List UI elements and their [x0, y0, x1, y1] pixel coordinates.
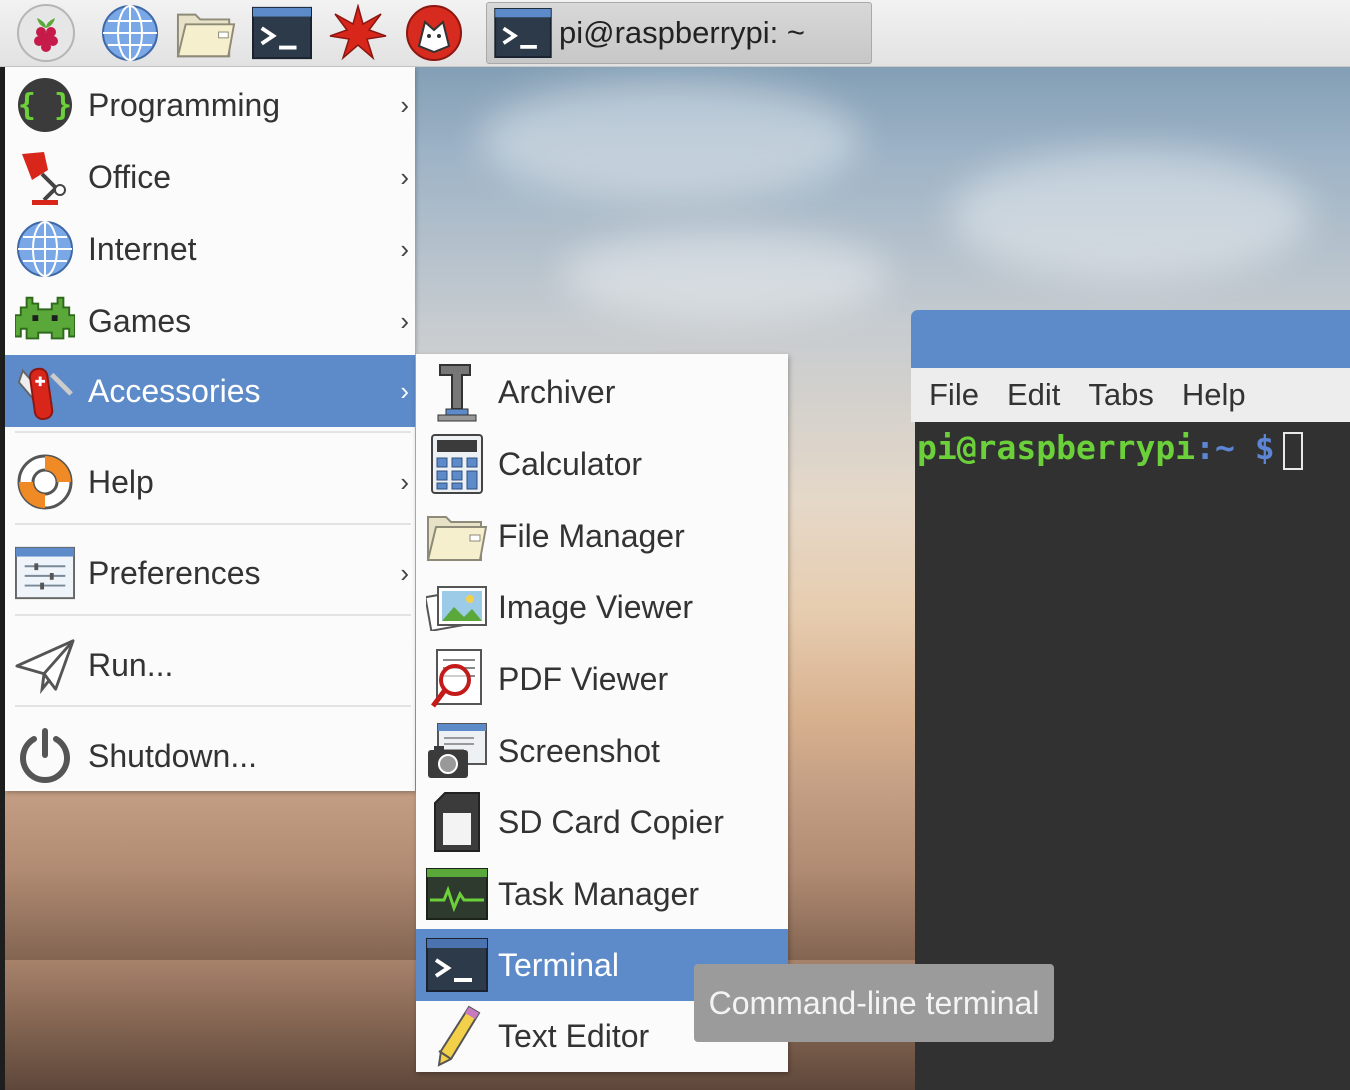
taskbar-window-button[interactable]: pi@raspberrypi: ~ — [486, 2, 872, 64]
menu-item-label: Internet — [88, 230, 197, 267]
menu-item-label: Help — [88, 463, 154, 500]
cloud — [950, 150, 1310, 280]
menu-item-label: Accessories — [88, 372, 261, 409]
chevron-right-icon: › — [400, 466, 409, 497]
submenu-item-label: Screenshot — [498, 732, 660, 769]
lamp-icon — [15, 147, 75, 207]
menu-item-label: Shutdown... — [88, 737, 257, 774]
activity-monitor-icon — [426, 863, 488, 925]
terminal-menubar: File Edit Tabs Help — [911, 368, 1350, 422]
submenu-item-label: Calculator — [498, 445, 643, 482]
submenu-item-pdf-viewer[interactable]: PDF Viewer — [416, 643, 788, 715]
menu-item-label: Games — [88, 302, 192, 339]
main-menu: { } Programming › Office › Internet › Ga… — [5, 67, 415, 791]
menu-item-games[interactable]: Games › — [5, 285, 415, 357]
lifebuoy-icon — [15, 452, 75, 512]
submenu-item-label: File Manager — [498, 517, 685, 554]
paper-plane-icon — [15, 635, 75, 695]
prompt-path: ~ $ — [1215, 428, 1275, 467]
menu-tabs[interactable]: Tabs — [1088, 377, 1153, 413]
submenu-item-calculator[interactable]: Calculator — [416, 428, 788, 500]
menu-file[interactable]: File — [929, 377, 979, 413]
terminal-icon — [252, 6, 312, 60]
menu-separator — [15, 614, 411, 616]
menu-item-label: Office — [88, 158, 171, 195]
submenu-item-task-manager[interactable]: Task Manager — [416, 858, 788, 930]
menu-item-run[interactable]: Run... — [5, 629, 415, 701]
submenu-item-sd-card-copier[interactable]: SD Card Copier — [416, 786, 788, 858]
menu-separator — [15, 705, 411, 707]
folder-icon — [426, 505, 488, 567]
terminal-icon — [494, 8, 552, 58]
menu-item-office[interactable]: Office › — [5, 141, 415, 213]
submenu-item-label: Task Manager — [498, 875, 699, 912]
menu-item-label: Preferences — [88, 554, 261, 591]
submenu-item-file-manager[interactable]: File Manager — [416, 500, 788, 572]
calculator-icon — [426, 433, 488, 495]
taskbar-window-title: pi@raspberrypi: ~ — [559, 15, 805, 50]
menu-item-help[interactable]: Help › — [5, 446, 415, 518]
power-icon — [15, 726, 75, 786]
menu-item-preferences[interactable]: Preferences › — [5, 537, 415, 609]
raspberry-menu-button[interactable] — [16, 4, 76, 62]
submenu-item-label: Archiver — [498, 373, 616, 410]
chevron-right-icon: › — [400, 375, 409, 406]
folder-icon — [176, 13, 236, 58]
magnifier-document-icon — [426, 648, 488, 710]
chevron-right-icon: › — [400, 89, 409, 120]
submenu-item-archiver[interactable]: Archiver — [416, 356, 788, 428]
submenu-item-image-viewer[interactable]: Image Viewer — [416, 571, 788, 643]
menu-item-label: Run... — [88, 646, 174, 683]
menu-item-shutdown[interactable]: Shutdown... — [5, 720, 415, 792]
submenu-item-label: SD Card Copier — [498, 803, 724, 840]
wolf-icon — [406, 5, 462, 61]
prompt-user: pi@raspberrypi — [917, 428, 1196, 467]
clamp-icon — [426, 361, 488, 423]
submenu-item-label: Text Editor — [498, 1017, 650, 1054]
menu-help[interactable]: Help — [1182, 377, 1246, 413]
terminal-prompt: pi@raspberrypi:~ $ — [917, 428, 1275, 467]
menu-item-programming[interactable]: { } Programming › — [5, 69, 415, 141]
submenu-item-label: Terminal — [498, 946, 619, 983]
prompt-separator: : — [1195, 428, 1216, 467]
svg-text:{ }: { } — [18, 88, 72, 123]
raspberry-icon — [17, 4, 75, 62]
tooltip: Command-line terminal — [694, 964, 1054, 1042]
taskbar: pi@raspberrypi: ~ — [0, 0, 1350, 67]
wolfram-button[interactable] — [404, 4, 464, 62]
star-burst-icon — [329, 4, 387, 61]
sliders-icon — [15, 543, 75, 603]
space-invader-icon — [15, 291, 75, 351]
file-manager-button[interactable] — [176, 4, 236, 62]
pocket-knife-icon — [15, 361, 75, 421]
menu-item-internet[interactable]: Internet › — [5, 213, 415, 285]
sd-card-icon — [426, 791, 488, 853]
chevron-right-icon: › — [400, 557, 409, 588]
menu-separator — [15, 523, 411, 525]
globe-icon — [102, 5, 158, 61]
terminal-icon — [426, 934, 488, 996]
terminal-button[interactable] — [252, 4, 312, 62]
chevron-right-icon: › — [400, 161, 409, 192]
globe-icon — [15, 219, 75, 279]
pencil-icon — [426, 1005, 488, 1067]
camera-icon — [426, 720, 488, 782]
submenu-item-label: Image Viewer — [498, 588, 694, 625]
web-browser-button[interactable] — [100, 4, 160, 62]
terminal-titlebar[interactable] — [911, 310, 1350, 368]
mathematica-button[interactable] — [328, 4, 388, 62]
menu-item-label: Programming — [88, 86, 281, 123]
cloud — [560, 230, 890, 320]
braces-icon: { } — [15, 75, 75, 135]
cloud — [480, 80, 860, 200]
menu-item-accessories[interactable]: Accessories › — [5, 355, 415, 427]
submenu-item-label: PDF Viewer — [498, 660, 669, 697]
menu-edit[interactable]: Edit — [1007, 377, 1060, 413]
image-icon — [426, 576, 488, 638]
chevron-right-icon: › — [400, 305, 409, 336]
chevron-right-icon: › — [400, 233, 409, 264]
terminal-cursor — [1283, 432, 1303, 470]
menu-separator — [15, 431, 411, 433]
submenu-item-screenshot[interactable]: Screenshot — [416, 715, 788, 787]
